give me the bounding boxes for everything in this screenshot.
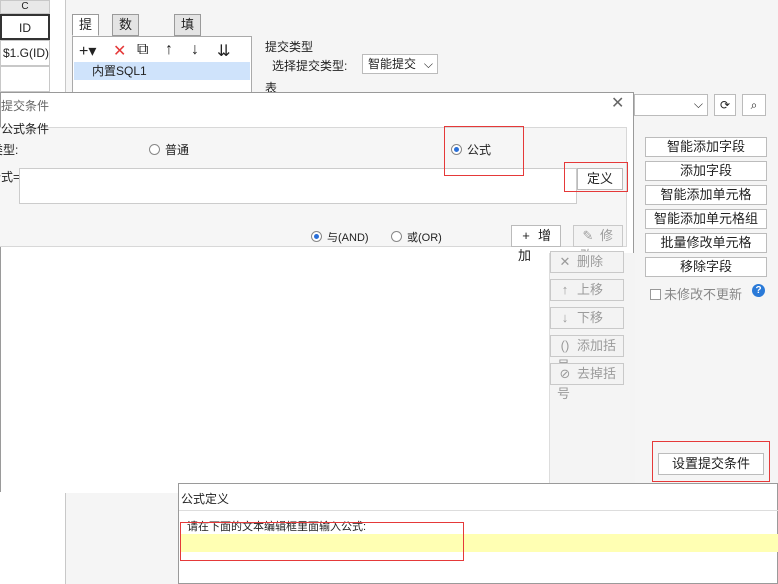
unmodified-checkbox[interactable]: 未修改不更新 bbox=[650, 284, 742, 303]
and-label: 与(AND) bbox=[327, 232, 369, 244]
move-down-label: 下移 bbox=[577, 310, 604, 325]
radio-selected-icon bbox=[311, 231, 322, 242]
delete-icon: ✕ bbox=[559, 254, 571, 269]
column-header[interactable]: C bbox=[0, 0, 50, 14]
or-label: 或(OR) bbox=[407, 232, 442, 244]
group-label: 公式条件 bbox=[1, 122, 50, 136]
submit-type-value: 智能提交 bbox=[368, 57, 417, 71]
chevron-down-icon: ⌵ bbox=[693, 97, 703, 111]
remove-paren-button[interactable]: ⊘ 去掉括号 bbox=[550, 363, 624, 401]
submit-type-heading: 提交类型 bbox=[265, 40, 314, 54]
search-table-icon[interactable]: ⌕ bbox=[742, 94, 766, 116]
parentheses-icon: () bbox=[560, 338, 570, 353]
checkbox-icon bbox=[650, 289, 661, 300]
select-submit-type-label: 选择提交类型: bbox=[272, 59, 348, 73]
radio-and[interactable]: 与(AND) bbox=[311, 229, 369, 245]
highlight-box bbox=[564, 162, 628, 192]
smart-add-cell-button[interactable]: 智能添加单元格 bbox=[645, 185, 767, 205]
cell-formula[interactable]: $1.G(ID) bbox=[0, 40, 50, 66]
move-down-button[interactable]: ↓ 下移 bbox=[550, 307, 624, 329]
delete-button-label: 删除 bbox=[577, 254, 604, 269]
submit-condition-dialog: 提交条件 ✕ 公式条件 类型: 普通 公式 公式= 定义 与(AND) 或(OR… bbox=[0, 92, 635, 493]
radio-normal[interactable]: 普通 bbox=[149, 141, 189, 158]
type-label: 类型: bbox=[0, 143, 19, 157]
radio-icon bbox=[149, 144, 160, 155]
plus-icon: + bbox=[522, 228, 530, 243]
close-icon[interactable]: ✕ bbox=[611, 93, 624, 113]
radio-normal-label: 普通 bbox=[165, 143, 190, 157]
divider bbox=[179, 510, 778, 511]
add-paren-button[interactable]: ()添加括号 bbox=[550, 335, 624, 373]
modify-button[interactable]: ✎修改 bbox=[573, 225, 623, 263]
move-up-label: 上移 bbox=[577, 282, 604, 297]
formula-label: 公式= bbox=[0, 170, 21, 184]
help-icon[interactable]: ? bbox=[752, 284, 765, 297]
move-up-button[interactable]: ↑ 上移 bbox=[550, 279, 624, 301]
add-button[interactable]: + 增加 bbox=[511, 225, 561, 263]
table-select[interactable]: ⌵ bbox=[634, 94, 708, 116]
radio-icon bbox=[391, 231, 402, 242]
down-arrow-icon: ↓ bbox=[561, 310, 569, 325]
delete-icon[interactable]: ✕ bbox=[113, 41, 126, 61]
unmodified-label: 未修改不更新 bbox=[664, 287, 743, 302]
list-item[interactable]: 内置SQL1 bbox=[74, 62, 250, 80]
cell-id[interactable]: ID bbox=[0, 14, 50, 40]
dialog-title: 提交条件 bbox=[1, 99, 50, 113]
formula-dialog-title: 公式定义 bbox=[181, 492, 230, 506]
remove-field-button[interactable]: 移除字段 bbox=[645, 257, 767, 277]
condition-list[interactable] bbox=[1, 253, 549, 493]
add-icon[interactable]: +▾ bbox=[79, 41, 96, 61]
tab-submit[interactable]: 提交 bbox=[72, 14, 100, 52]
down-arrow-icon[interactable]: ↓ bbox=[191, 41, 199, 59]
submit-type-select[interactable]: 智能提交 ⌵ bbox=[362, 54, 438, 74]
refresh-icon[interactable]: ⟳ bbox=[714, 94, 736, 116]
smart-add-cell-group-button[interactable]: 智能添加单元格组 bbox=[645, 209, 767, 229]
radio-or[interactable]: 或(OR) bbox=[391, 229, 442, 245]
tab-shortcuts[interactable]: 填报快捷键设置 bbox=[174, 14, 202, 152]
highlight-box bbox=[652, 441, 770, 482]
highlight-box bbox=[444, 126, 524, 176]
tab-validation[interactable]: 数据校验 bbox=[112, 14, 140, 92]
copy-icon[interactable]: ⧉ bbox=[137, 41, 148, 59]
delete-button[interactable]: ✕ 删除 bbox=[550, 251, 624, 273]
cell-empty[interactable] bbox=[0, 66, 50, 92]
chevron-down-icon: ⌵ bbox=[423, 57, 433, 71]
batch-modify-cell-button[interactable]: 批量修改单元格 bbox=[645, 233, 767, 253]
highlight-box bbox=[180, 522, 464, 561]
up-arrow-icon[interactable]: ↑ bbox=[165, 41, 173, 59]
remove-parentheses-icon: ⊘ bbox=[559, 366, 571, 381]
up-arrow-icon: ↑ bbox=[561, 282, 569, 297]
add-field-button[interactable]: 添加字段 bbox=[645, 161, 767, 181]
move-bottom-icon[interactable]: ⇊ bbox=[217, 41, 230, 61]
edit-icon: ✎ bbox=[582, 228, 594, 243]
smart-add-field-button[interactable]: 智能添加字段 bbox=[645, 137, 767, 157]
